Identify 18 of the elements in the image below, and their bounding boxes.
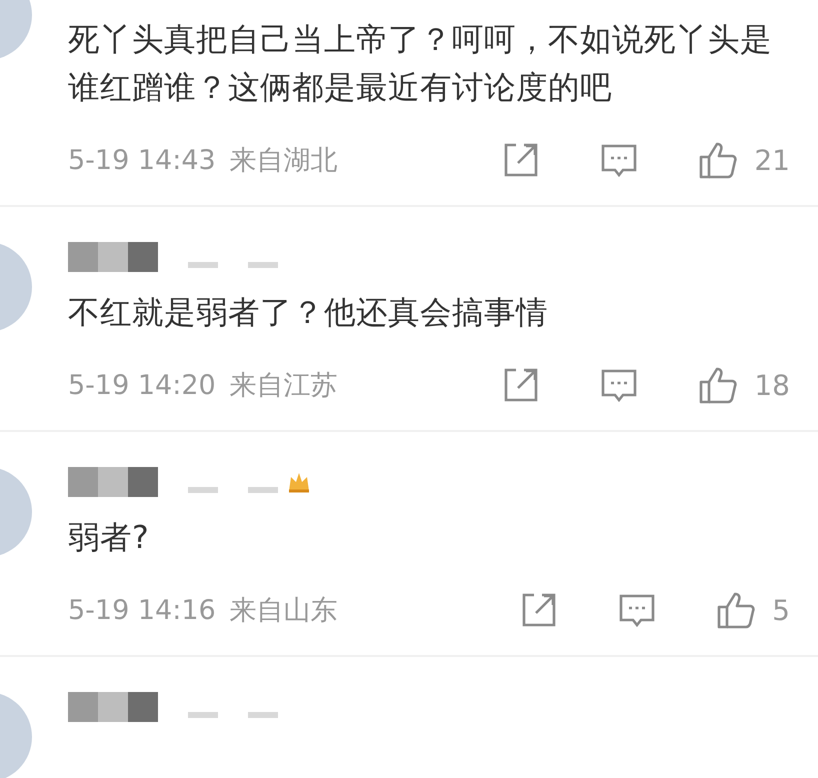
thumbs-up-icon[interactable] [716,591,756,629]
timestamp: 5-19 14:20 [68,370,216,400]
share-icon[interactable] [520,591,558,629]
like-count: 5 [772,594,790,626]
comment-text: 死丫头真把自己当上帝了？呵呵，不如说死丫头是谁红蹭谁？这俩都是最近有讨论度的吧 [68,21,773,108]
thumbs-up-icon[interactable] [698,141,738,179]
share-icon[interactable] [502,141,540,179]
share-icon[interactable] [502,366,540,404]
location: 来自山东 [230,594,338,628]
like-count: 21 [754,144,790,176]
like-count: 18 [754,368,790,402]
timestamp: 5-19 14:43 [68,144,216,176]
timestamp: 5-19 14:16 [68,594,216,626]
thumbs-up-icon[interactable] [698,366,738,404]
comment-text: 弱者? [68,519,150,558]
location: 来自江苏 [230,369,338,403]
comment-text: 不红就是弱者了？他还真会搞事情 [68,294,549,333]
location: 来自湖北 [230,144,338,178]
